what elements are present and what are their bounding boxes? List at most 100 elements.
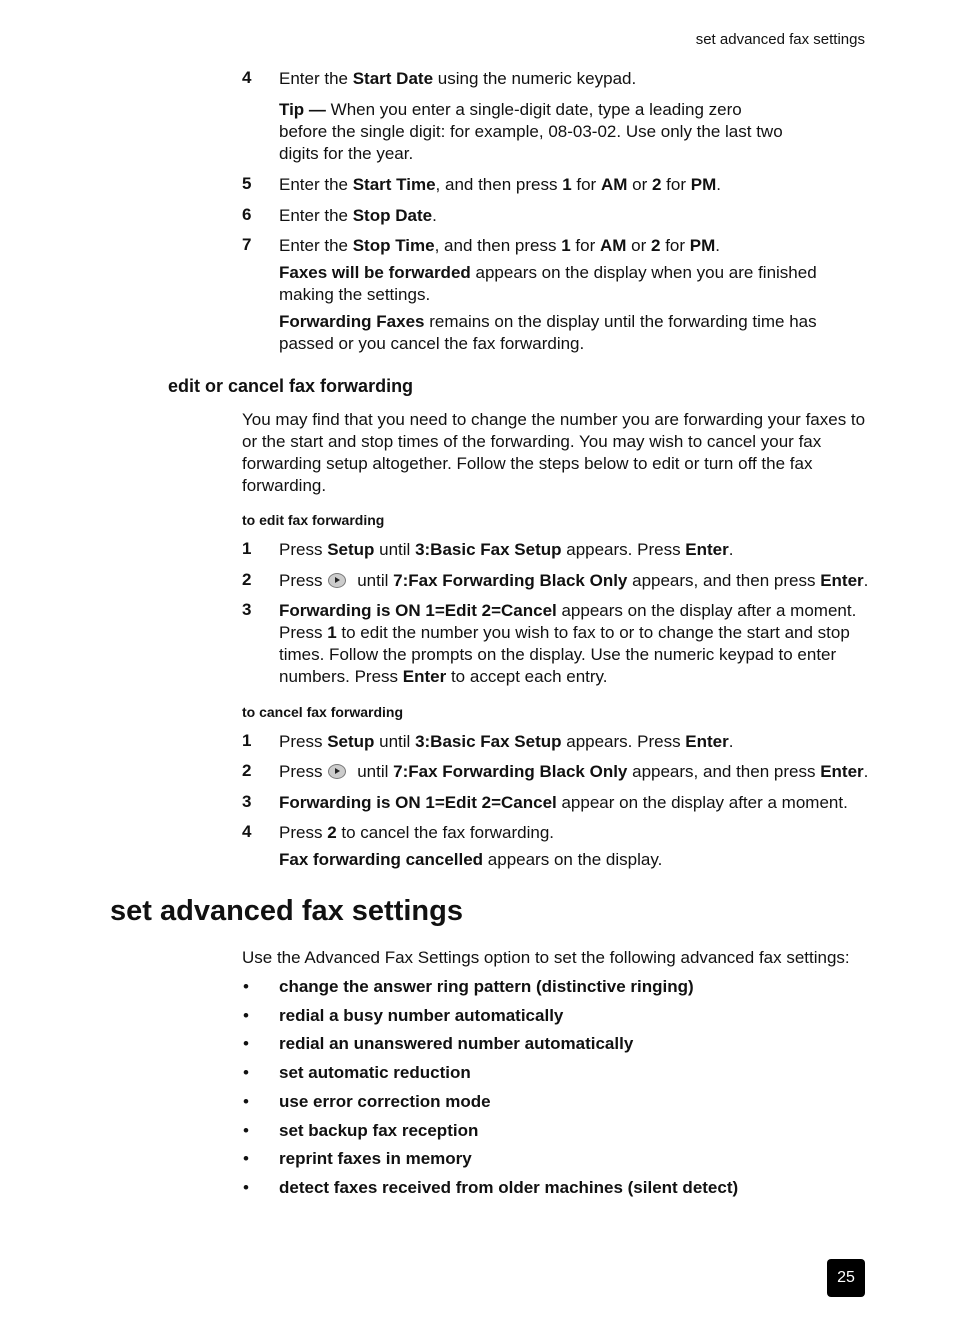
text-run: to cancel the fax forwarding. — [336, 823, 554, 842]
step-text: Enter the Start Time, and then press 1 f… — [279, 174, 869, 196]
text-run: until — [374, 732, 416, 751]
text-run: or — [627, 175, 652, 194]
step-number: 3 — [242, 792, 252, 811]
note-text: Forwarding Faxes remains on the display … — [279, 311, 854, 355]
text-run: Enter the — [279, 69, 353, 88]
tip-text: Tip — When you enter a single-digit date… — [279, 99, 789, 165]
bold-text: 7:Fax Forwarding Black Only — [393, 571, 628, 590]
step-suffix: until 7:Fax Forwarding Black Only appear… — [352, 571, 868, 590]
subsection-heading: to cancel fax forwarding — [242, 704, 404, 720]
bold-text: AM — [600, 175, 628, 194]
text-run: . — [716, 175, 721, 194]
bold-text: PM — [689, 236, 716, 255]
right-arrow-button-icon — [328, 573, 347, 588]
text-run: appears. Press — [561, 732, 686, 751]
text-run: Press — [279, 823, 328, 842]
step-text: Enter the Stop Time, and then press 1 fo… — [279, 235, 869, 257]
bold-text: Start Time — [352, 175, 436, 194]
bold-text: Forwarding is ON 1=Edit 2=Cancel — [279, 601, 557, 620]
step-number: 7 — [242, 235, 252, 254]
step-text: Press Setup until 3:Basic Fax Setup appe… — [279, 731, 869, 753]
bullet-icon: • — [243, 1091, 249, 1111]
note-text: Fax forwarding cancelled appears on the … — [279, 849, 869, 871]
section-intro: Use the Advanced Fax Settings option to … — [242, 948, 850, 967]
section-intro: You may find that you need to change the… — [242, 410, 866, 495]
bullet-icon: • — [243, 1149, 249, 1169]
bold-text: 7:Fax Forwarding Black Only — [393, 762, 628, 781]
text-run: , and then press — [435, 175, 563, 194]
text-run: Press — [279, 540, 328, 559]
step-text: Forwarding is ON 1=Edit 2=Cancel appear … — [279, 792, 879, 814]
text-run: Press — [279, 732, 328, 751]
text-run: to accept each entry. — [446, 667, 608, 686]
text-run: Enter the — [279, 206, 353, 225]
list-item: change the answer ring pattern (distinct… — [279, 977, 694, 996]
bold-text: 3:Basic Fax Setup — [415, 732, 562, 751]
page-section-title: set advanced fax settings — [110, 895, 463, 927]
bold-text: Enter — [820, 571, 864, 590]
right-arrow-button-icon — [328, 764, 347, 779]
step-prefix: Press — [279, 571, 323, 590]
bold-text: Fax forwarding cancelled — [279, 850, 484, 869]
bullet-icon: • — [243, 1063, 249, 1083]
text-run: for — [661, 175, 691, 194]
text-run: using the numeric keypad. — [433, 69, 637, 88]
section-heading: edit or cancel fax forwarding — [168, 376, 414, 396]
page-number: 25 — [827, 1259, 865, 1297]
step-number: 3 — [242, 600, 252, 619]
step-number: 6 — [242, 205, 252, 224]
text-run: appear on the display after a moment. — [556, 793, 848, 812]
bold-text: Tip — — [279, 100, 326, 119]
text-run: . — [863, 762, 869, 781]
step-text: Enter the Start Date using the numeric k… — [279, 68, 869, 90]
running-header: set advanced fax settings — [695, 31, 865, 48]
step-text: Forwarding is ON 1=Edit 2=Cancel appears… — [279, 600, 867, 688]
text-run: appears on the display. — [483, 850, 663, 869]
list-item: set automatic reduction — [279, 1063, 471, 1083]
text-run: . — [432, 206, 437, 225]
text-run: until — [374, 540, 416, 559]
step-number: 4 — [242, 68, 252, 87]
bold-text: 1 — [561, 236, 571, 255]
bold-text: 2 — [327, 823, 337, 842]
list-item: reprint faxes in memory — [279, 1149, 472, 1169]
note-text: Faxes will be forwarded appears on the d… — [279, 262, 854, 306]
bold-text: Stop Date — [352, 206, 433, 225]
step-number: 1 — [242, 539, 252, 558]
bold-text: Setup — [327, 540, 375, 559]
text-run: , and then press — [434, 236, 562, 255]
bold-text: Enter — [685, 540, 729, 559]
bold-text: Setup — [327, 732, 375, 751]
list-item: redial a busy number automatically — [279, 1005, 564, 1025]
bold-text: PM — [690, 175, 717, 194]
text-run: . — [728, 540, 734, 559]
text-run: Enter the — [279, 175, 353, 194]
bold-text: Start Date — [352, 69, 434, 88]
step-text: Press until 7:Fax Forwarding Black Only … — [279, 570, 879, 592]
bold-text: Forwarding Faxes — [279, 312, 425, 331]
text-run: for — [570, 236, 600, 255]
bold-text: 1 — [327, 623, 337, 642]
step-number: 1 — [242, 731, 252, 750]
bullet-icon: • — [243, 977, 249, 996]
text-run: . — [715, 236, 721, 255]
subsection-heading: to edit fax forwarding — [242, 512, 385, 528]
step-text: Press Setup until 3:Basic Fax Setup appe… — [279, 539, 869, 561]
bold-text: 1 — [562, 175, 572, 194]
bullet-icon: • — [243, 1034, 249, 1054]
text-run: or — [626, 236, 652, 255]
text-run: . — [728, 732, 734, 751]
bullet-icon: • — [243, 1177, 249, 1197]
list-item: set backup fax reception — [279, 1120, 479, 1140]
step-suffix: until 7:Fax Forwarding Black Only appear… — [352, 762, 868, 781]
text-run: appears. Press — [561, 540, 686, 559]
text-run: Enter the — [279, 236, 353, 255]
bold-text: AM — [600, 236, 627, 255]
bold-text: 3:Basic Fax Setup — [415, 540, 562, 559]
step-text: Press 2 to cancel the fax forwarding. — [279, 822, 869, 844]
text-run: for — [571, 175, 601, 194]
step-number: 2 — [242, 761, 252, 780]
list-item: detect faxes received from older machine… — [279, 1177, 739, 1197]
text-run: until — [352, 571, 394, 590]
text-run: appears, and then press — [627, 762, 821, 781]
